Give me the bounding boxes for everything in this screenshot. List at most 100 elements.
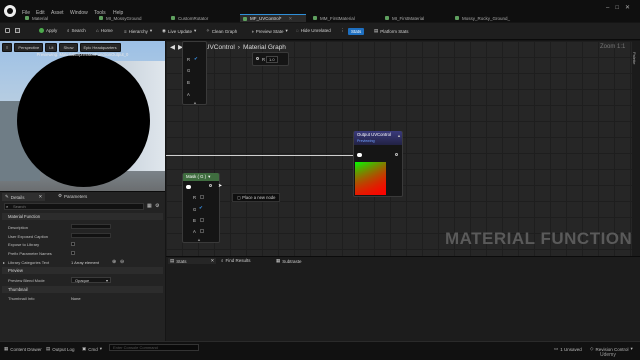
- mask-a-checkbox[interactable]: [200, 229, 204, 233]
- collapse-arrow-icon[interactable]: ▲: [397, 133, 401, 138]
- palette-strip[interactable]: [632, 41, 640, 256]
- output-result-pin[interactable]: [395, 153, 398, 156]
- show-button[interactable]: Show: [59, 43, 78, 52]
- description-field[interactable]: [71, 224, 111, 229]
- preview-blend-mode-select[interactable]: Opaque ▾: [71, 277, 111, 283]
- add-icon[interactable]: ⊕: [112, 259, 116, 265]
- preview-icon: ◑: [251, 28, 254, 34]
- search-icon: ⌕: [67, 28, 70, 33]
- component-mask-node-top[interactable]: [182, 41, 207, 105]
- material-icon: [25, 16, 29, 20]
- console-input[interactable]: Enter Console Command: [109, 344, 199, 351]
- chevron-down-icon: ▾: [285, 28, 288, 33]
- perspective-button[interactable]: Perspective: [14, 43, 44, 52]
- check-icon[interactable]: ✔: [199, 205, 203, 211]
- close-icon[interactable]: ✕: [39, 194, 43, 200]
- tab-find-results[interactable]: ⌕ Find Results: [221, 258, 251, 263]
- viewport-menu-button[interactable]: ≡: [2, 43, 13, 52]
- expand-icon[interactable]: ▸: [3, 260, 5, 265]
- search-button[interactable]: ⌕ Search: [67, 28, 86, 33]
- window-controls[interactable]: –□✕: [606, 4, 636, 11]
- mask-node-title[interactable]: Mask ( G ) ▾: [183, 173, 219, 181]
- expose-to-library-checkbox[interactable]: [71, 242, 75, 246]
- stats-icon: ▤: [170, 258, 175, 263]
- check-icon[interactable]: ✔: [194, 56, 198, 62]
- connection-wire: [166, 155, 358, 156]
- back-icon[interactable]: ◀: [170, 43, 175, 51]
- pin-label-r: R: [187, 57, 191, 62]
- content-drawer-button[interactable]: ▦ Content Drawer: [4, 346, 42, 352]
- function-icon: [243, 16, 247, 21]
- collapse-arrow-icon[interactable]: ▲: [197, 237, 201, 242]
- prop-prefix-label: Prefix Parameter Names: [8, 251, 52, 256]
- chevron-down-icon: ▾: [99, 346, 103, 351]
- mask-output-pin[interactable]: [209, 184, 212, 187]
- mask-b-checkbox[interactable]: [200, 218, 204, 222]
- constant-output-pin[interactable]: [256, 57, 259, 60]
- environment-button[interactable]: Epic Headquarters: [79, 43, 121, 52]
- hide-icon: ◌: [296, 28, 299, 33]
- filter-icon[interactable]: ▦: [147, 203, 152, 209]
- home-button[interactable]: ⌂ Home: [96, 28, 113, 33]
- output-input-pin[interactable]: [357, 153, 362, 157]
- cmd-button[interactable]: ▣ Cmd ▾: [82, 346, 102, 352]
- output-log-button[interactable]: ▤ Output Log: [46, 346, 75, 352]
- options-button[interactable]: ⋮: [340, 28, 345, 34]
- constant-value-field[interactable]: 1.0: [266, 56, 278, 63]
- prefix-parameter-names-checkbox[interactable]: [71, 251, 75, 255]
- mask-pin-r: R: [193, 195, 197, 200]
- collapse-arrow-icon[interactable]: ▲: [193, 100, 197, 105]
- lit-button[interactable]: Lit: [45, 43, 58, 52]
- folder-icon: [15, 28, 20, 33]
- prop-caption-label: User Exposed Caption: [8, 234, 49, 239]
- section-thumbnail[interactable]: Thumbnail: [2, 286, 163, 293]
- doc-tab-mi-mossyground[interactable]: MI_MossyGround: [96, 14, 166, 22]
- close-icon[interactable]: ✕: [289, 16, 293, 22]
- hide-unrelated-button[interactable]: ◌ Hide Unrelated: [296, 28, 331, 33]
- clean-graph-button[interactable]: ✧ Clean Graph: [206, 28, 237, 34]
- stats-button[interactable]: Stats: [348, 28, 365, 35]
- mask-r-checkbox[interactable]: [200, 195, 204, 199]
- tab-details[interactable]: ✎ Details ✕: [2, 193, 46, 201]
- hierarchy-button[interactable]: ≡ Hierarchy ▾: [124, 28, 152, 34]
- breadcrumb-graph[interactable]: Material Graph: [243, 44, 286, 51]
- library-categories-value: 1 Array element: [71, 260, 100, 265]
- chevron-down-icon: ▾: [105, 278, 108, 283]
- substrate-icon: ▦: [276, 258, 281, 263]
- tab-parameters[interactable]: ⚙ Parameters: [58, 193, 87, 199]
- details-search-input[interactable]: Search: [4, 203, 144, 210]
- doc-tab-mf-uvcontrol[interactable]: MF_UVControl* ✕: [240, 14, 306, 22]
- tab-stats[interactable]: ▤ Stats ✕: [168, 258, 216, 264]
- delete-icon[interactable]: ⊖: [120, 259, 124, 265]
- platform-stats-button[interactable]: ▤ Platform Stats: [374, 28, 409, 34]
- browse-button[interactable]: [15, 28, 20, 33]
- mask-input-pin[interactable]: [186, 185, 191, 189]
- revision-control-icon: ◇: [590, 346, 594, 351]
- live-update-icon: ◉: [162, 28, 166, 33]
- palette-tab[interactable]: Palette: [632, 52, 637, 64]
- tab-subtraste[interactable]: ▦ Subtraste: [276, 258, 302, 264]
- save-button[interactable]: [5, 28, 10, 33]
- doc-tab-mi-firstmaterial[interactable]: MI_FirstMaterial: [382, 14, 452, 22]
- doc-tab-mossy-rocky-ground[interactable]: Mossy_Rocky_Ground_: [452, 14, 534, 22]
- section-material-function[interactable]: Material Function: [2, 213, 163, 220]
- section-preview[interactable]: Preview: [2, 267, 163, 274]
- cursor-icon: ➤: [218, 183, 223, 189]
- preview-state-button[interactable]: ◑ Preview State ▾: [251, 28, 288, 34]
- material-instance-icon: [455, 16, 459, 20]
- unsaved-button[interactable]: ▭ 1 Unsaved: [554, 346, 582, 352]
- constant-label: R: [262, 57, 266, 62]
- output-node-header[interactable]: Output UVControl Previewing: [354, 131, 402, 145]
- doc-tab-mm-firstmaterial[interactable]: MM_FirstMaterial: [310, 14, 380, 22]
- close-icon[interactable]: ✕: [211, 258, 215, 264]
- live-update-button[interactable]: ◉ Live Update ▾: [162, 28, 196, 34]
- settings-icon[interactable]: ⚙: [155, 203, 159, 209]
- prop-library-categories-label: Library Categories Text: [8, 260, 50, 265]
- console-icon: ▣: [82, 346, 87, 351]
- material-instance-icon: [385, 16, 389, 20]
- doc-tab-customrotator[interactable]: CustomRotator: [168, 14, 238, 22]
- function-icon: [171, 16, 175, 20]
- doc-tab-material[interactable]: Material: [22, 14, 92, 22]
- apply-button[interactable]: Apply: [39, 28, 57, 33]
- user-exposed-caption-field[interactable]: [71, 233, 111, 238]
